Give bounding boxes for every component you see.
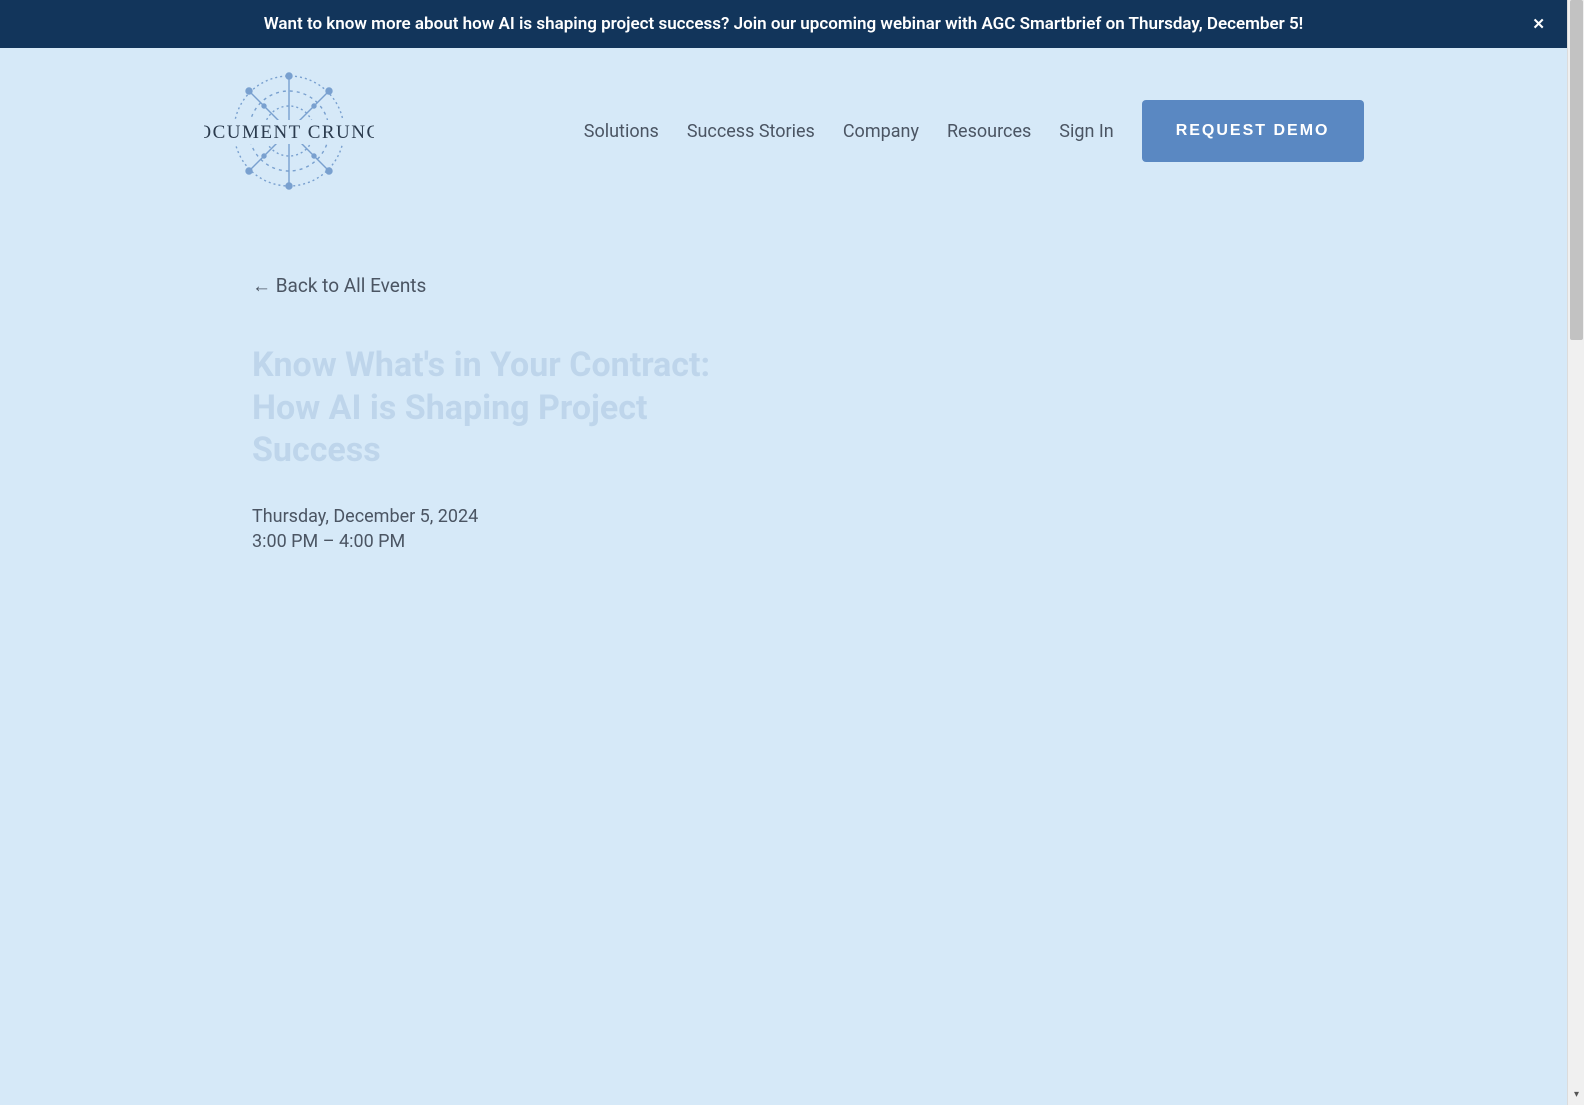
request-demo-button[interactable]: REQUEST DEMO bbox=[1142, 100, 1364, 162]
chevron-down-icon[interactable]: ▾ bbox=[1568, 1086, 1584, 1103]
site-header: DOCUMENT CRUNCH Solutions Success Storie… bbox=[0, 48, 1567, 214]
event-date: Thursday, December 5, 2024 bbox=[252, 506, 1332, 527]
nav-sign-in[interactable]: Sign In bbox=[1059, 121, 1113, 142]
nav-success-stories[interactable]: Success Stories bbox=[687, 121, 815, 142]
back-to-events-link[interactable]: ← Back to All Events bbox=[252, 274, 426, 298]
event-time: 3:00 PM – 4:00 PM bbox=[252, 531, 1332, 552]
scrollbar-thumb[interactable] bbox=[1570, 0, 1583, 340]
nav-company[interactable]: Company bbox=[843, 121, 919, 142]
circuit-tree-icon: DOCUMENT CRUNCH bbox=[204, 66, 374, 196]
brand-logo[interactable]: DOCUMENT CRUNCH bbox=[204, 66, 374, 196]
announcement-bar[interactable]: Want to know more about how AI is shapin… bbox=[0, 0, 1567, 48]
main-nav: Solutions Success Stories Company Resour… bbox=[584, 100, 1364, 162]
nav-resources[interactable]: Resources bbox=[947, 121, 1031, 142]
brand-name: DOCUMENT CRUNCH bbox=[204, 122, 374, 143]
vertical-scrollbar[interactable]: ▾ bbox=[1567, 0, 1584, 1105]
main-content: ← Back to All Events Know What's in Your… bbox=[192, 214, 1392, 552]
announcement-text: Want to know more about how AI is shapin… bbox=[264, 14, 1304, 34]
close-icon[interactable]: ✕ bbox=[1532, 15, 1545, 33]
header-inner: DOCUMENT CRUNCH Solutions Success Storie… bbox=[184, 66, 1384, 196]
event-title: Know What's in Your Contract: How AI is … bbox=[252, 344, 772, 472]
nav-solutions[interactable]: Solutions bbox=[584, 121, 659, 142]
